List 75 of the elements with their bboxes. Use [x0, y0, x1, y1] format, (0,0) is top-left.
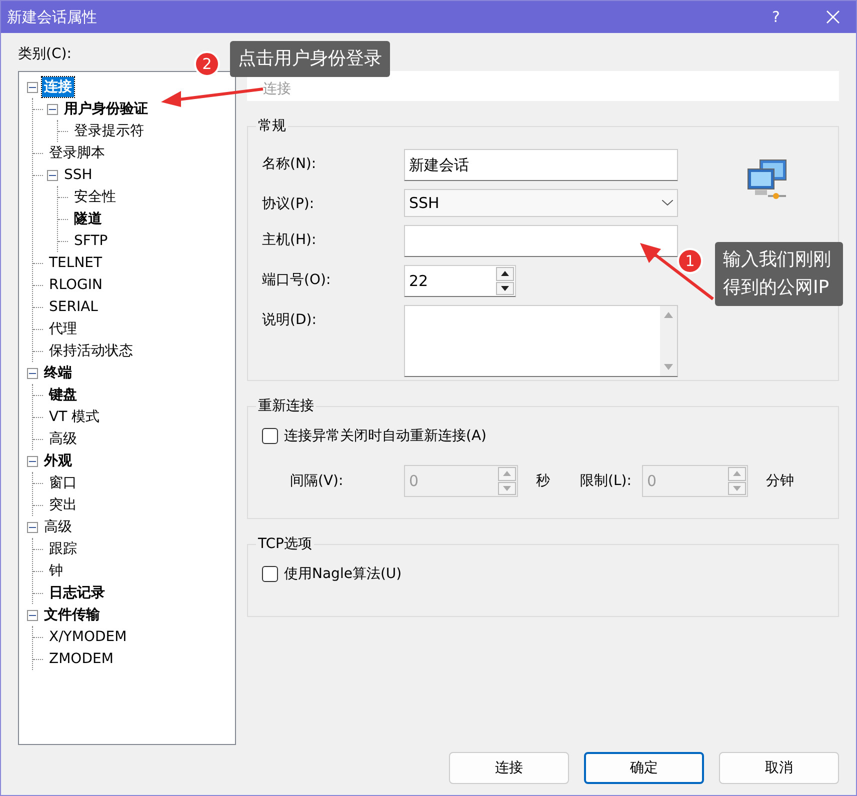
- group-title: 常规: [257, 117, 287, 135]
- step-number-badge: 2: [194, 51, 220, 77]
- tree-item[interactable]: 高级: [42, 517, 74, 537]
- collapse-toggle[interactable]: [47, 170, 58, 180]
- minus-icon: [29, 86, 36, 88]
- annotation-callout: 输入我们刚刚得到的公网IP: [715, 242, 843, 306]
- tree-item[interactable]: 代理: [47, 319, 79, 339]
- tree-item[interactable]: 跟踪: [47, 539, 79, 559]
- dialog-button[interactable]: 连接: [449, 752, 569, 784]
- tree-item[interactable]: ZMODEM: [47, 649, 116, 669]
- tree-item[interactable]: SFTP: [72, 231, 110, 251]
- spin-field[interactable]: 22: [404, 265, 516, 297]
- field-label: 协议(P):: [262, 195, 316, 213]
- panel-header: 连接: [247, 71, 839, 101]
- tree-item[interactable]: 用户身份验证: [62, 99, 150, 119]
- tree-item[interactable]: 隧道: [72, 209, 104, 229]
- field-label: 主机(H):: [262, 231, 318, 249]
- tree-item[interactable]: TELNET: [47, 253, 104, 273]
- tree-item[interactable]: 高级: [47, 429, 79, 449]
- tree-item[interactable]: 文件传输: [42, 605, 102, 625]
- unit-label: 分钟: [766, 472, 794, 490]
- minus-icon: [49, 174, 56, 176]
- checkbox[interactable]: [262, 428, 278, 444]
- tree-item[interactable]: SSH: [62, 165, 94, 185]
- collapse-toggle[interactable]: [47, 104, 58, 114]
- tree-item[interactable]: 突出: [47, 495, 79, 515]
- tree-item[interactable]: 登录脚本: [47, 143, 107, 163]
- minus-icon: [49, 108, 56, 110]
- collapse-toggle[interactable]: [27, 456, 38, 466]
- group-title: TCP选项: [257, 535, 313, 553]
- field-label: 名称(N):: [262, 155, 318, 173]
- group-title: 重新连接: [257, 397, 315, 415]
- tree-item[interactable]: 键盘: [47, 385, 79, 405]
- protocol-dropdown[interactable]: SSH: [404, 189, 678, 217]
- close-icon: [826, 10, 840, 24]
- collapse-toggle[interactable]: [27, 522, 38, 532]
- text-field[interactable]: 新建会话: [404, 149, 678, 181]
- tree-item[interactable]: 日志记录: [47, 583, 107, 603]
- window-title: 新建会话属性: [7, 8, 98, 26]
- tree-item[interactable]: 安全性: [72, 187, 118, 207]
- tree-item[interactable]: 外观: [42, 451, 74, 471]
- tree-item[interactable]: 钟: [47, 561, 65, 581]
- checkbox[interactable]: [262, 566, 278, 582]
- tree-item[interactable]: 登录提示符: [72, 121, 146, 141]
- minus-icon: [29, 614, 36, 616]
- collapse-toggle[interactable]: [27, 610, 38, 620]
- help-button[interactable]: ?: [756, 7, 796, 27]
- text-field[interactable]: [404, 225, 678, 257]
- minus-icon: [29, 460, 36, 462]
- step-number-badge: 1: [677, 248, 703, 274]
- minus-icon: [29, 526, 36, 528]
- field-label: 端口号(O):: [262, 271, 332, 289]
- checkbox-label: 连接异常关闭时自动重新连接(A): [284, 427, 487, 445]
- dialog-button[interactable]: 确定: [584, 752, 704, 784]
- tree-item[interactable]: 窗口: [47, 473, 79, 493]
- field-label: 间隔(V):: [290, 472, 344, 490]
- tree-item[interactable]: SERIAL: [47, 297, 100, 317]
- checkbox-label: 使用Nagle算法(U): [284, 565, 402, 583]
- tree-item[interactable]: RLOGIN: [47, 275, 104, 295]
- unit-label: 秒: [536, 472, 550, 490]
- category-label: 类别(C):: [18, 45, 72, 64]
- dialog-button[interactable]: 取消: [719, 752, 839, 784]
- description-field[interactable]: [404, 305, 678, 377]
- collapse-toggle[interactable]: [27, 368, 38, 378]
- tree-item[interactable]: 保持活动状态: [47, 341, 135, 361]
- collapse-toggle[interactable]: [27, 82, 38, 92]
- minus-icon: [29, 372, 36, 374]
- field-label: 说明(D):: [262, 311, 318, 329]
- annotation-callout: 点击用户身份登录: [230, 41, 390, 77]
- chevron-down-icon: [662, 200, 673, 206]
- tree-item[interactable]: X/YMODEM: [47, 627, 129, 647]
- field-label: 限制(L):: [580, 472, 632, 490]
- tree-item[interactable]: VT 模式: [47, 407, 102, 427]
- tree-item[interactable]: 终端: [42, 363, 74, 383]
- tree-item[interactable]: 连接: [42, 77, 74, 97]
